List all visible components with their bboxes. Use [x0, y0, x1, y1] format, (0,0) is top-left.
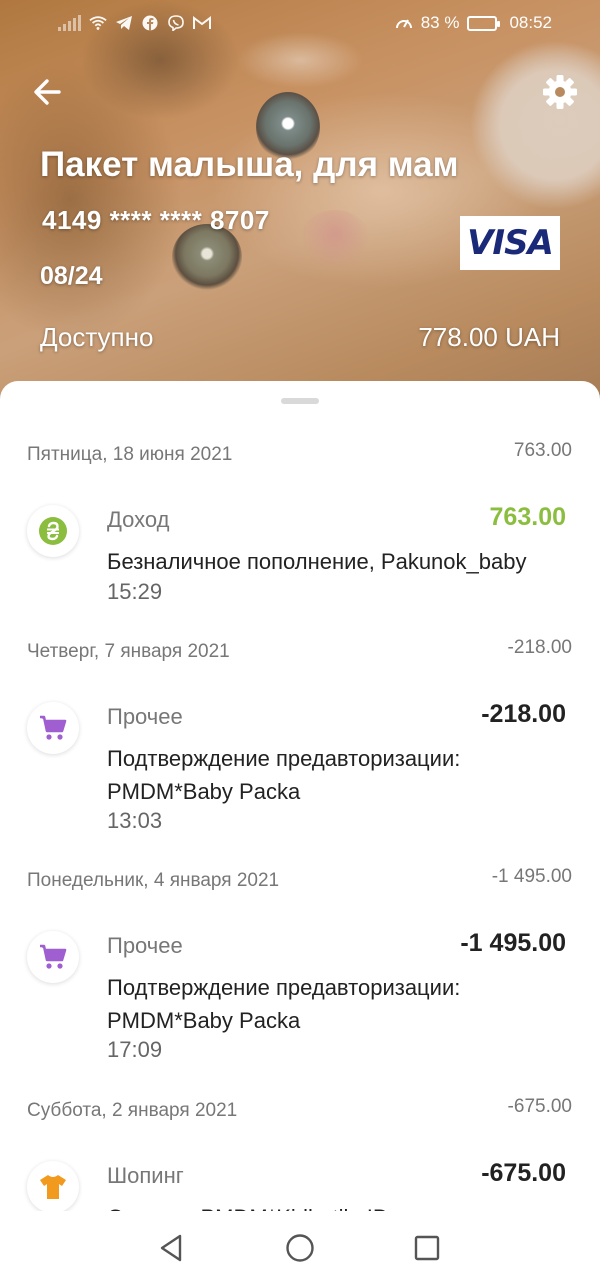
wifi-icon [89, 16, 107, 30]
transaction-category: Прочее [107, 933, 183, 958]
day-header: Пятница, 18 июня 2021 763.00 [0, 436, 600, 470]
transaction-description: Одежда: PMDM*Kidbutik, ID платежа [107, 1201, 567, 1211]
background-image-paw [470, 40, 600, 210]
transaction-row[interactable]: Доход 763.00 Безналичное пополнение, Pak… [0, 501, 600, 611]
visa-logo: VISA [460, 216, 560, 270]
transaction-category: Прочее [107, 704, 183, 729]
system-nav-bar [0, 1211, 600, 1283]
available-amount: 778.00 UAH [418, 322, 560, 352]
day-total: 763.00 [513, 440, 572, 461]
facebook-icon [142, 15, 158, 31]
battery-icon [467, 15, 501, 31]
day-header: Суббота, 2 января 2021 -675.00 [0, 1092, 600, 1126]
transaction-time: 15:29 [107, 579, 163, 604]
hryvnia-coin-icon [27, 505, 79, 557]
day-date: Пятница, 18 июня 2021 [27, 444, 233, 465]
day-total: -675.00 [507, 1096, 572, 1117]
available-label: Доступно [40, 322, 154, 352]
day-header: Понедельник, 4 января 2021 -1 495.00 [0, 862, 600, 896]
back-arrow-icon[interactable] [28, 72, 68, 112]
transactions-sheet[interactable]: Пятница, 18 июня 2021 763.00 Доход 763.0… [0, 381, 600, 1211]
transaction-category: Шопинг [107, 1163, 184, 1188]
telegram-icon [116, 16, 132, 30]
day-total: -1 495.00 [491, 866, 572, 887]
status-notifications [58, 15, 395, 31]
card-number: 4149 **** **** 8707 [42, 205, 270, 235]
shopping-cart-icon [27, 702, 79, 754]
sheet-drag-handle[interactable] [281, 398, 319, 404]
clock: 08:52 [509, 13, 552, 32]
card-expiry: 08/24 [40, 262, 103, 290]
day-date: Понедельник, 4 января 2021 [27, 870, 280, 891]
transaction-amount: -1 495.00 [460, 929, 566, 957]
settings-gear-icon[interactable] [540, 72, 580, 112]
card-title: Пакет малыша, для мам [40, 145, 459, 184]
transaction-time: 17:09 [107, 1037, 163, 1062]
signal-icon [58, 15, 81, 31]
card-header: 83 % 08:52 Пакет малыша, для мам 4149 **… [0, 0, 600, 420]
day-header: Четверг, 7 января 2021 -218.00 [0, 633, 600, 667]
status-system: 83 % 08:52 [395, 13, 552, 33]
background-image-nose [300, 210, 370, 270]
status-bar: 83 % 08:52 [0, 0, 600, 46]
day-total: -218.00 [507, 637, 572, 658]
transaction-description: Подтверждение предавторизации: PMDM*Baby… [107, 746, 461, 804]
transaction-amount: 763.00 [489, 503, 566, 531]
visa-logo-text: VISA [467, 223, 554, 263]
battery-percent: 83 % [420, 13, 460, 32]
transaction-description: Безналичное пополнение, Pakunok_baby [107, 549, 527, 574]
nav-back-icon[interactable] [155, 1231, 189, 1265]
gmail-icon [193, 16, 211, 29]
speed-icon [395, 19, 412, 29]
day-date: Четверг, 7 января 2021 [27, 641, 230, 662]
shopping-cart-icon [27, 931, 79, 983]
transaction-amount: -675.00 [481, 1159, 566, 1187]
viber-icon [168, 15, 184, 31]
transaction-amount: -218.00 [481, 700, 566, 728]
nav-recents-icon[interactable] [410, 1231, 444, 1265]
nav-home-icon[interactable] [283, 1231, 317, 1265]
transaction-description: Подтверждение предавторизации: PMDM*Baby… [107, 975, 461, 1033]
transaction-row[interactable]: Прочее -218.00 Подтверждение предавториз… [0, 698, 600, 843]
day-date: Суббота, 2 января 2021 [27, 1100, 238, 1121]
transaction-category: Доход [107, 507, 170, 532]
transaction-row[interactable]: Прочее -1 495.00 Подтверждение предавтор… [0, 927, 600, 1072]
tshirt-icon [27, 1161, 79, 1211]
transaction-time: 13:03 [107, 808, 163, 833]
transaction-row[interactable]: Шопинг -675.00 Одежда: PMDM*Kidbutik, ID… [0, 1157, 600, 1211]
